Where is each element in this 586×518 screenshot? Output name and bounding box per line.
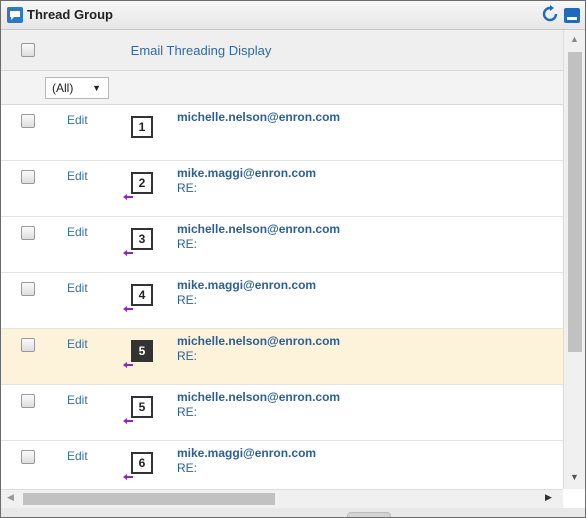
scroll-down-arrow-icon[interactable]: ▼ <box>570 472 579 482</box>
table-row[interactable]: Edit 6 mike.maggi@enron.com RE: <box>1 441 563 489</box>
filter-selected-value: (All) <box>52 81 74 95</box>
refresh-icon[interactable] <box>542 5 558 25</box>
edit-link[interactable]: Edit <box>67 225 88 239</box>
footer-button[interactable] <box>347 512 391 517</box>
thread-position-box[interactable]: 1 <box>131 116 153 138</box>
grid-filter-row: (All) ▼ <box>1 71 563 105</box>
panel-title: Thread Group <box>27 7 113 22</box>
sender-email[interactable]: mike.maggi@enron.com <box>177 446 316 460</box>
email-subject: RE: <box>177 181 198 195</box>
table-row[interactable]: Edit 1 michelle.nelson@enron.com <box>1 105 563 161</box>
sender-email[interactable]: michelle.nelson@enron.com <box>177 390 340 404</box>
edit-link[interactable]: Edit <box>67 449 88 463</box>
reply-arrow-icon <box>123 474 133 480</box>
email-subject: RE: <box>177 461 198 475</box>
scroll-right-arrow-icon[interactable]: ▶ <box>545 492 552 503</box>
column-header-email-threading[interactable]: Email Threading Display <box>1 43 401 58</box>
thread-group-panel: Thread Group Email Threading Display (Al… <box>0 0 586 518</box>
dropdown-arrow-icon: ▼ <box>92 83 101 93</box>
sender-email[interactable]: michelle.nelson@enron.com <box>177 110 340 124</box>
edit-link[interactable]: Edit <box>67 113 88 127</box>
thread-position-box[interactable]: 5 <box>131 340 153 362</box>
sender-email[interactable]: michelle.nelson@enron.com <box>177 222 340 236</box>
thread-group-app-icon <box>7 7 23 23</box>
thread-position-box[interactable]: 4 <box>131 284 153 306</box>
reply-arrow-icon <box>123 306 133 312</box>
table-row[interactable]: Edit 4 mike.maggi@enron.com RE: <box>1 273 563 329</box>
email-subject: RE: <box>177 405 198 419</box>
reply-arrow-icon <box>123 194 133 200</box>
row-checkbox[interactable] <box>21 450 35 464</box>
table-row[interactable]: Edit 5 michelle.nelson@enron.com RE: <box>1 385 563 441</box>
edit-link[interactable]: Edit <box>67 393 88 407</box>
email-subject: RE: <box>177 237 198 251</box>
sender-email[interactable]: mike.maggi@enron.com <box>177 166 316 180</box>
sender-email[interactable]: mike.maggi@enron.com <box>177 278 316 292</box>
vertical-scroll-thumb[interactable] <box>568 52 582 352</box>
reply-arrow-icon <box>123 250 133 256</box>
sender-email[interactable]: michelle.nelson@enron.com <box>177 334 340 348</box>
horizontal-scrollbar[interactable]: ◀ ▶ <box>1 489 563 508</box>
thread-position-box[interactable]: 5 <box>131 396 153 418</box>
panel-footer <box>1 508 585 517</box>
row-checkbox[interactable] <box>21 170 35 184</box>
edit-link[interactable]: Edit <box>67 337 88 351</box>
email-subject: RE: <box>177 293 198 307</box>
grid-header-row: Email Threading Display <box>1 30 563 71</box>
scroll-up-arrow-icon[interactable]: ▲ <box>570 34 579 44</box>
row-checkbox[interactable] <box>21 282 35 296</box>
edit-link[interactable]: Edit <box>67 169 88 183</box>
thread-position-box[interactable]: 6 <box>131 452 153 474</box>
edit-link[interactable]: Edit <box>67 281 88 295</box>
row-checkbox[interactable] <box>21 226 35 240</box>
horizontal-scroll-thumb[interactable] <box>23 493 275 505</box>
table-row[interactable]: Edit 5 michelle.nelson@enron.com RE: <box>1 329 563 385</box>
table-row[interactable]: Edit 3 michelle.nelson@enron.com RE: <box>1 217 563 273</box>
row-checkbox[interactable] <box>21 338 35 352</box>
reply-arrow-icon <box>123 418 133 424</box>
vertical-scrollbar[interactable]: ▲ ▼ <box>563 30 585 489</box>
reply-arrow-icon <box>123 362 133 368</box>
minimize-icon[interactable] <box>564 8 580 23</box>
table-row[interactable]: Edit 2 mike.maggi@enron.com RE: <box>1 161 563 217</box>
row-checkbox[interactable] <box>21 394 35 408</box>
thread-filter-select[interactable]: (All) ▼ <box>45 77 109 99</box>
row-checkbox[interactable] <box>21 114 35 128</box>
scroll-left-arrow-icon[interactable]: ◀ <box>7 492 14 503</box>
thread-position-box[interactable]: 3 <box>131 228 153 250</box>
panel-titlebar: Thread Group <box>1 1 585 30</box>
thread-grid: Email Threading Display (All) ▼ Edit 1 mic… <box>1 30 563 489</box>
email-subject: RE: <box>177 349 198 363</box>
thread-position-box[interactable]: 2 <box>131 172 153 194</box>
